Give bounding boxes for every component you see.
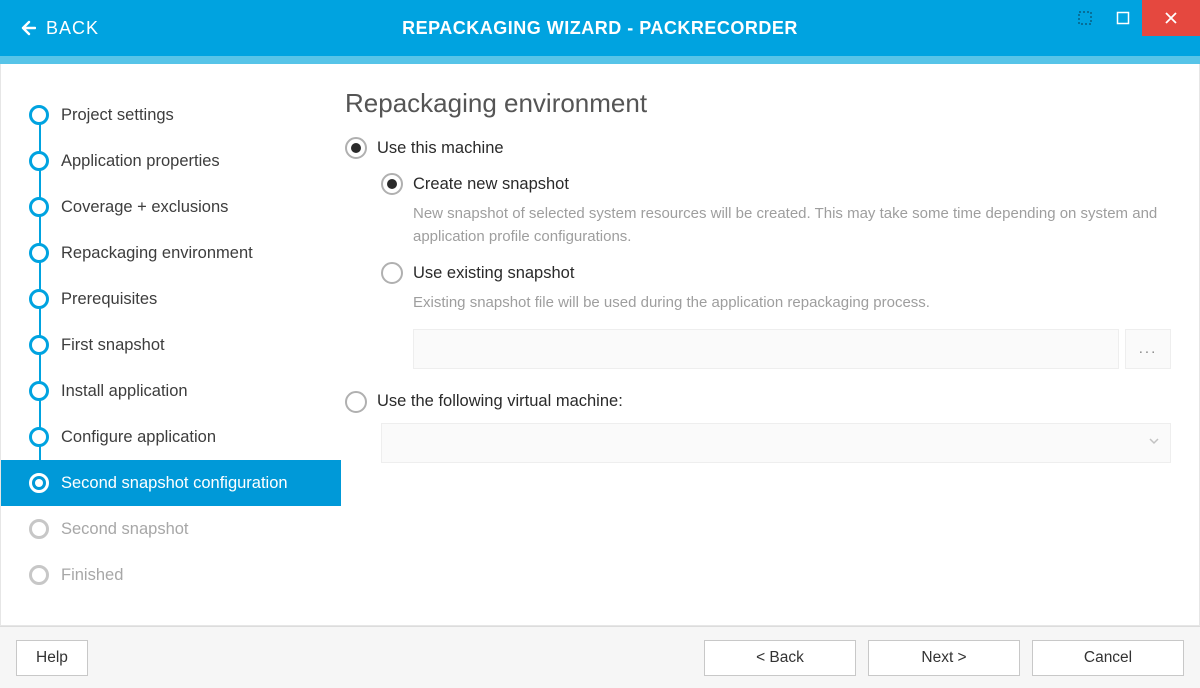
window-controls xyxy=(1066,0,1200,36)
chevron-down-icon xyxy=(1148,434,1160,451)
step-label: Prerequisites xyxy=(61,290,157,309)
virtual-machine-select[interactable] xyxy=(381,423,1171,463)
step-bullet-icon xyxy=(29,289,49,309)
wizard-step[interactable]: Project settings xyxy=(1,92,341,138)
use-existing-snapshot-label: Use existing snapshot xyxy=(413,264,574,283)
radio-icon xyxy=(345,391,367,413)
window-title: REPACKAGING WIZARD - PACKRECORDER xyxy=(402,18,798,39)
wizard-step: Finished xyxy=(1,552,341,598)
radio-icon xyxy=(345,137,367,159)
radio-icon xyxy=(381,262,403,284)
step-bullet-icon xyxy=(29,381,49,401)
wizard-step[interactable]: Configure application xyxy=(1,414,341,460)
wizard-step[interactable]: Install application xyxy=(1,368,341,414)
titlebar: BACK REPACKAGING WIZARD - PACKRECORDER xyxy=(0,0,1200,56)
back-arrow-icon xyxy=(18,19,36,37)
step-label: Project settings xyxy=(61,106,174,125)
radio-icon xyxy=(381,173,403,195)
use-this-machine-option[interactable]: Use this machine xyxy=(345,137,1171,159)
main-content: Repackaging environment Use this machine… xyxy=(341,64,1199,625)
wizard-step[interactable]: Prerequisites xyxy=(1,276,341,322)
use-virtual-machine-option[interactable]: Use the following virtual machine: xyxy=(345,391,1171,413)
create-new-snapshot-option[interactable]: Create new snapshot xyxy=(381,173,1171,195)
accent-bar xyxy=(0,56,1200,64)
step-bullet-icon xyxy=(29,473,49,493)
wizard-step[interactable]: Application properties xyxy=(1,138,341,184)
step-bullet-icon xyxy=(29,243,49,263)
step-label: Finished xyxy=(61,566,123,585)
step-label: Configure application xyxy=(61,428,216,447)
wizard-back-button[interactable]: < Back xyxy=(704,640,856,676)
wizard-step[interactable]: First snapshot xyxy=(1,322,341,368)
maximize-button[interactable] xyxy=(1104,0,1142,36)
close-button[interactable] xyxy=(1142,0,1200,36)
minimize-to-tray-button[interactable] xyxy=(1066,0,1104,36)
step-bullet-icon xyxy=(29,427,49,447)
step-label: Install application xyxy=(61,382,188,401)
body-area: Project settings Application properties Co… xyxy=(0,64,1200,626)
help-button[interactable]: Help xyxy=(16,640,88,676)
page-heading: Repackaging environment xyxy=(345,88,1171,119)
step-label: First snapshot xyxy=(61,336,165,355)
wizard-step[interactable]: Second snapshot configuration xyxy=(1,460,341,506)
step-label: Repackaging environment xyxy=(61,244,253,263)
step-bullet-icon xyxy=(29,335,49,355)
create-new-snapshot-desc: New snapshot of selected system resource… xyxy=(413,203,1171,248)
use-this-machine-label: Use this machine xyxy=(377,139,504,158)
step-bullet-icon xyxy=(29,519,49,539)
step-bullet-icon xyxy=(29,565,49,585)
footer: Help < Back Next > Cancel xyxy=(0,626,1200,688)
wizard-step[interactable]: Coverage + exclusions xyxy=(1,184,341,230)
wizard-step: Second snapshot xyxy=(1,506,341,552)
step-bullet-icon xyxy=(29,197,49,217)
use-virtual-machine-label: Use the following virtual machine: xyxy=(377,392,623,411)
step-label: Second snapshot xyxy=(61,520,189,539)
step-bullet-icon xyxy=(29,151,49,171)
browse-button[interactable]: ... xyxy=(1125,329,1171,369)
wizard-cancel-button[interactable]: Cancel xyxy=(1032,640,1184,676)
use-existing-snapshot-desc: Existing snapshot file will be used duri… xyxy=(413,292,1171,315)
step-label: Application properties xyxy=(61,152,220,171)
snapshot-path-input[interactable] xyxy=(413,329,1119,369)
step-label: Coverage + exclusions xyxy=(61,198,228,217)
wizard-next-button[interactable]: Next > xyxy=(868,640,1020,676)
back-label: BACK xyxy=(46,18,99,39)
create-new-snapshot-label: Create new snapshot xyxy=(413,175,569,194)
step-bullet-icon xyxy=(29,105,49,125)
step-label: Second snapshot configuration xyxy=(61,474,288,493)
back-button[interactable]: BACK xyxy=(0,18,99,39)
use-existing-snapshot-option[interactable]: Use existing snapshot xyxy=(381,262,1171,284)
wizard-step[interactable]: Repackaging environment xyxy=(1,230,341,276)
wizard-steps-sidebar: Project settings Application properties Co… xyxy=(1,64,341,625)
